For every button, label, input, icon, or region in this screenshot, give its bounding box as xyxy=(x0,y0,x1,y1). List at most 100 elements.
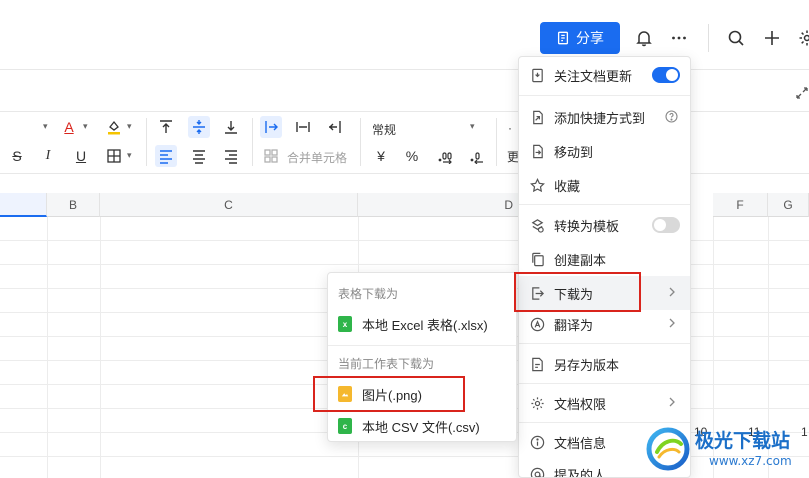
toolbar-divider xyxy=(708,24,709,52)
download-csv-item[interactable]: c 本地 CSV 文件(.csv) xyxy=(328,410,516,442)
share-button-label: 分享 xyxy=(576,30,604,46)
italic-button[interactable]: I xyxy=(37,145,59,167)
star-icon xyxy=(529,177,545,193)
chevron-right-icon xyxy=(666,396,678,408)
wrap-left-icon[interactable] xyxy=(260,116,282,138)
menu-item-convert-template[interactable]: 转换为模板 xyxy=(519,208,690,242)
watermark-brand: 极光下载站 xyxy=(695,430,791,452)
col-header-g[interactable]: G xyxy=(768,193,809,217)
translate-icon xyxy=(529,316,545,332)
help-icon[interactable] xyxy=(665,110,678,123)
col-header-b[interactable]: B xyxy=(47,193,100,217)
more-icon[interactable] xyxy=(667,26,691,50)
copy-icon xyxy=(529,251,545,267)
percent-label: % xyxy=(405,148,419,164)
toolbar-separator xyxy=(146,118,147,166)
template-icon xyxy=(529,217,545,233)
more-options-menu: 关注文档更新 添加快捷方式到 移动到 收藏 转换为模板 创建副本 下载为 翻译为… xyxy=(518,56,691,478)
share-doc-icon xyxy=(557,31,569,45)
menu-separator xyxy=(519,343,690,344)
toolbar-separator xyxy=(252,118,253,166)
share-button[interactable]: 分享 xyxy=(540,22,620,54)
font-color-caret-icon[interactable]: ▾ xyxy=(83,121,88,132)
toolbar-separator xyxy=(360,118,361,166)
menu-item-favorite[interactable]: 收藏 xyxy=(519,168,690,202)
menu-separator xyxy=(519,204,690,205)
convert-template-toggle[interactable] xyxy=(652,217,680,233)
submenu-section-title: 当前工作表下载为 xyxy=(338,357,435,371)
col-header-f[interactable]: F xyxy=(713,193,768,217)
bookmark-refresh-icon xyxy=(529,67,545,83)
info-icon xyxy=(529,434,545,450)
col-header-c[interactable]: C xyxy=(100,193,358,217)
number-format-select[interactable]: 常规 xyxy=(372,121,396,138)
decrease-decimal-icon[interactable] xyxy=(466,145,488,167)
strikethrough-label: S xyxy=(12,148,22,164)
border-icon[interactable] xyxy=(103,145,125,167)
menu-separator xyxy=(519,95,690,96)
align-right-icon[interactable] xyxy=(220,145,242,167)
menu-item-move-to[interactable]: 移动到 xyxy=(519,134,690,168)
move-file-icon xyxy=(529,143,545,159)
plus-icon[interactable] xyxy=(760,26,784,50)
currency-button[interactable]: ¥ xyxy=(370,145,392,167)
menu-item-follow-updates[interactable]: 关注文档更新 xyxy=(519,58,690,92)
menu-separator xyxy=(519,383,690,384)
highlight-png-option xyxy=(313,376,465,412)
chevron-right-icon xyxy=(666,286,678,298)
percent-button[interactable]: % xyxy=(401,145,423,167)
shortcut-icon xyxy=(529,109,545,125)
merge-cells-label[interactable]: 合并单元格 xyxy=(287,149,347,166)
menu-item-add-shortcut[interactable]: 添加快捷方式到 xyxy=(519,100,690,134)
follow-updates-toggle[interactable] xyxy=(652,67,680,83)
download-xlsx-item[interactable]: x 本地 Excel 表格(.xlsx) xyxy=(328,308,516,340)
settings-gear-icon[interactable] xyxy=(795,26,809,50)
save-version-icon xyxy=(529,356,545,372)
submenu-section-title: 表格下载为 xyxy=(338,287,399,301)
strikethrough-button[interactable]: S xyxy=(6,145,28,167)
watermark: 极光下载站 www.xz7.com xyxy=(645,420,809,478)
menu-item-translate[interactable]: 翻译为 xyxy=(519,307,690,341)
watermark-url: www.xz7.com xyxy=(709,454,792,468)
increase-decimal-icon[interactable] xyxy=(434,145,456,167)
align-left-icon[interactable] xyxy=(155,145,177,167)
toolbar-more-dot: · xyxy=(508,121,512,135)
border-caret-icon[interactable]: ▾ xyxy=(127,150,132,161)
col-header-a[interactable] xyxy=(0,193,47,217)
search-icon[interactable] xyxy=(724,26,748,50)
align-center-icon[interactable] xyxy=(188,145,210,167)
highlight-download-as xyxy=(514,272,641,312)
font-color-label: A xyxy=(64,119,74,135)
align-middle-icon[interactable] xyxy=(188,116,210,138)
toolbar-separator xyxy=(496,118,497,166)
download-as-submenu: 表格下载为 x 本地 Excel 表格(.xlsx) 当前工作表下载为 图片(.… xyxy=(327,272,517,442)
mention-icon xyxy=(529,466,545,477)
submenu-separator xyxy=(328,345,516,346)
number-format-caret-icon[interactable]: ▾ xyxy=(470,121,475,132)
csv-file-icon: c xyxy=(338,418,352,434)
excel-file-icon: x xyxy=(338,316,352,332)
fill-color-caret-icon[interactable]: ▾ xyxy=(127,121,132,132)
chevron-right-icon xyxy=(666,317,678,329)
text-width-icon[interactable] xyxy=(292,116,314,138)
fill-color-icon[interactable] xyxy=(103,116,125,138)
italic-label: I xyxy=(45,148,51,163)
merge-cells-icon[interactable] xyxy=(260,145,282,167)
menu-item-create-copy[interactable]: 创建副本 xyxy=(519,242,690,276)
menu-item-doc-permission[interactable]: 文档权限 xyxy=(519,386,690,420)
grid-line xyxy=(100,217,101,478)
align-top-icon[interactable] xyxy=(155,116,177,138)
font-color-button[interactable]: A xyxy=(58,116,80,138)
align-bottom-icon[interactable] xyxy=(220,116,242,138)
grid-line xyxy=(47,217,48,478)
font-size-caret-icon[interactable]: ▾ xyxy=(43,121,48,132)
underline-button[interactable]: U xyxy=(70,145,92,167)
expand-icon[interactable] xyxy=(795,86,809,100)
underline-label: U xyxy=(75,148,87,164)
menu-item-save-version[interactable]: 另存为版本 xyxy=(519,347,690,381)
aurora-logo-icon xyxy=(646,427,690,471)
permission-gear-icon xyxy=(529,395,545,411)
wrap-right-icon[interactable] xyxy=(324,116,346,138)
bell-icon[interactable] xyxy=(632,26,656,50)
currency-label: ¥ xyxy=(377,148,385,164)
